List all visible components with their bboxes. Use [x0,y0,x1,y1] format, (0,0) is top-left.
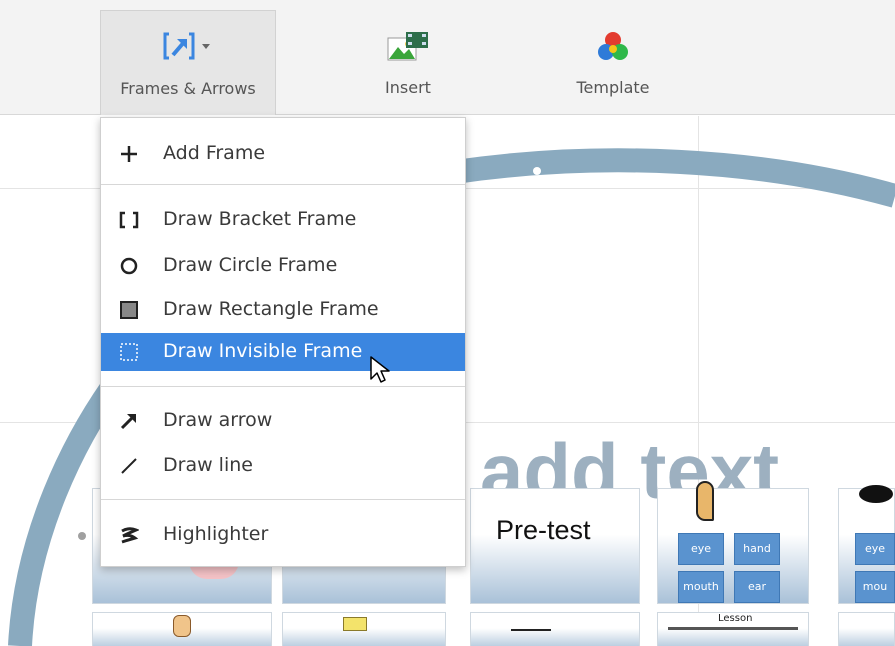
slide-thumbnail-words[interactable]: eye hand mouth ear [657,481,809,604]
menu-item-draw-invisible-frame[interactable]: Draw Invisible Frame [101,333,465,371]
mouse-cursor-icon [370,356,390,383]
slide-thumbnail[interactable] [282,612,446,646]
line-icon [119,456,139,476]
template-icon [596,30,630,68]
circle-icon [119,256,139,276]
word-button[interactable]: mouth [678,571,724,603]
template-button[interactable]: Template [548,10,678,115]
word-button[interactable]: mou [855,571,895,603]
slide-thumbnail-lesson[interactable]: Lesson [657,612,809,646]
word-button[interactable]: eye [678,533,724,565]
menu-item-label: Draw arrow [163,409,273,431]
menu-item-label: Draw Invisible Frame [163,340,363,362]
mouth-drawing-icon [511,621,551,631]
menu-item-label: Highlighter [163,523,269,545]
dashed-rectangle-icon [119,342,139,362]
slide-thumbnail[interactable] [838,612,895,646]
highlighter-icon [119,525,140,545]
pretest-title: Pre-test [496,515,591,545]
frames-arrows-button[interactable]: Frames & Arrows [100,10,276,115]
menu-item-draw-circle-frame[interactable]: Draw Circle Frame [101,247,465,285]
menu-item-label: Draw Bracket Frame [163,208,357,230]
menu-item-label: Draw Circle Frame [163,254,338,276]
menu-item-draw-rectangle-frame[interactable]: Draw Rectangle Frame [101,291,465,329]
menu-separator [101,386,465,387]
frames-arrows-icon [163,31,213,65]
frames-arrows-menu: Add Frame Draw Bracket Frame Draw Circle… [100,117,466,567]
lesson-label: Lesson [718,613,753,624]
menu-item-label: Draw line [163,454,253,476]
tab-template-label: Template [576,78,650,97]
menu-item-draw-line[interactable]: Draw line [101,447,465,485]
menu-separator [101,184,465,185]
word-button[interactable]: ear [734,571,780,603]
hand-drawing-icon [173,615,191,637]
tab-frames-arrows-label: Frames & Arrows [120,79,256,98]
word-button[interactable]: eye [855,533,895,565]
slide-thumbnail[interactable] [92,612,272,646]
rectangle-icon [119,300,139,320]
menu-item-highlighter[interactable]: Highlighter [101,516,465,554]
menu-item-label: Add Frame [163,142,266,164]
nose-drawing-icon [343,617,367,631]
menu-separator [101,499,465,500]
ear-drawing-icon [696,481,714,521]
plus-icon [119,144,139,164]
eye-drawing-icon [859,485,893,503]
insert-image-icon [386,30,430,66]
tab-insert-label: Insert [385,78,431,97]
insert-button[interactable]: Insert [348,10,468,115]
menu-item-add-frame[interactable]: Add Frame [101,135,465,173]
slide-thumbnail[interactable] [470,612,640,646]
word-button[interactable]: hand [734,533,780,565]
arrow-icon [119,411,139,431]
slide-thumbnail-words-2[interactable]: eye mou [838,485,895,604]
menu-item-draw-arrow[interactable]: Draw arrow [101,402,465,440]
toolbar: Frames & Arrows Insert Template [0,0,895,115]
bracket-icon [119,210,139,230]
menu-item-label: Draw Rectangle Frame [163,298,379,320]
slide-thumbnail-pretest[interactable]: Pre-test [470,488,640,604]
menu-item-draw-bracket-frame[interactable]: Draw Bracket Frame [101,201,465,239]
